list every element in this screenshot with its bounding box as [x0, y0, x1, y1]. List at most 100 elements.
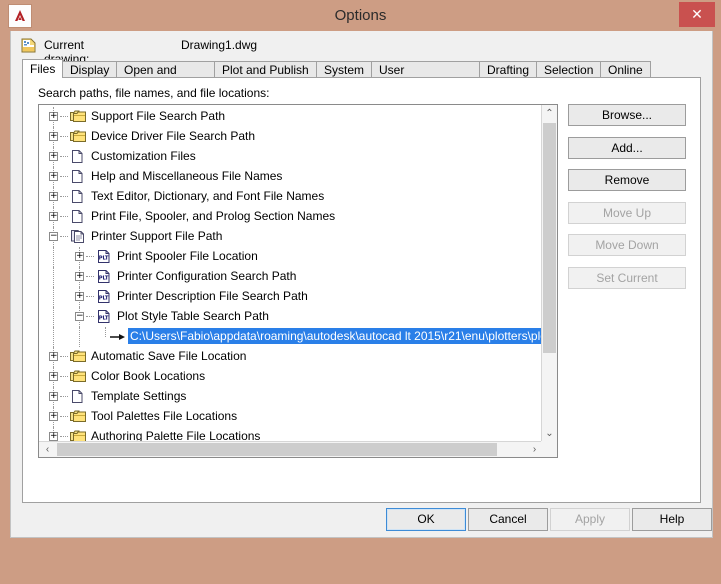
- file-icon: [70, 149, 87, 165]
- tree-connector: [60, 416, 68, 418]
- tree-row[interactable]: + Template Settings: [39, 387, 543, 407]
- set-current-button: Set Current: [568, 267, 686, 289]
- tree-connector: [60, 116, 68, 118]
- file-paths-tree[interactable]: + Support File Search Path + Device Driver …: [38, 104, 558, 458]
- tab-label: Selection: [544, 63, 594, 77]
- scroll-down-icon[interactable]: ⌄: [542, 425, 557, 442]
- tab-user-preferences[interactable]: User Preferences: [371, 61, 480, 94]
- tab-drafting[interactable]: Drafting: [479, 61, 537, 78]
- scroll-up-icon[interactable]: ⌃: [542, 105, 557, 122]
- help-button[interactable]: Help: [632, 508, 712, 531]
- folder-stack-icon: [70, 429, 87, 441]
- add-button[interactable]: Add...: [568, 137, 686, 159]
- tree-vertical-scrollbar[interactable]: ⌃ ⌄: [541, 105, 557, 442]
- tree-connector: [86, 296, 94, 298]
- scroll-left-icon[interactable]: ‹: [39, 442, 56, 457]
- tab-label: Files: [30, 62, 56, 76]
- tab-selection[interactable]: Selection: [536, 61, 601, 78]
- expand-icon[interactable]: +: [49, 392, 58, 401]
- tree-row[interactable]: + Authoring Palette File Locations: [39, 427, 543, 441]
- expand-icon[interactable]: +: [49, 352, 58, 361]
- expand-icon[interactable]: +: [49, 212, 58, 221]
- move-up-button: Move Up: [568, 202, 686, 224]
- svg-text:PLT: PLT: [99, 295, 109, 301]
- cancel-button[interactable]: Cancel: [468, 508, 548, 531]
- svg-text:PLT: PLT: [99, 275, 109, 281]
- folder-stack-icon: [70, 349, 87, 365]
- tree-item-label: Plot Style Table Search Path: [117, 309, 269, 323]
- tab-plot-and-publish[interactable]: Plot and Publish: [214, 61, 317, 78]
- tree-row[interactable]: + Tool Palettes File Locations: [39, 407, 543, 427]
- remove-button[interactable]: Remove: [568, 169, 686, 191]
- collapse-icon[interactable]: −: [75, 312, 84, 321]
- tree-row[interactable]: + Help and Miscellaneous File Names: [39, 167, 543, 187]
- tab-label: Drafting: [487, 63, 530, 77]
- tree-row[interactable]: + PLT Printer Description File Search Path: [39, 287, 543, 307]
- tree-item-label: C:\Users\Fabio\appdata\roaming\autodesk\…: [128, 328, 543, 344]
- expand-icon[interactable]: +: [49, 112, 58, 121]
- expand-icon[interactable]: +: [49, 132, 58, 141]
- svg-text:PLT: PLT: [99, 315, 109, 321]
- tree-item-label: Authoring Palette File Locations: [91, 429, 261, 441]
- file-icon: [70, 209, 87, 225]
- tree-item-label: Print Spooler File Location: [117, 249, 258, 263]
- tree-row[interactable]: + Support File Search Path: [39, 107, 543, 127]
- tree-guide-line: [53, 307, 55, 327]
- tab-label: System: [324, 63, 365, 77]
- tree-item-label: Customization Files: [91, 149, 196, 163]
- tree-connector: [60, 156, 68, 158]
- tree-row[interactable]: + PLT Print Spooler File Location: [39, 247, 543, 267]
- tab-files[interactable]: Files: [22, 59, 63, 78]
- tree-item-label: Help and Miscellaneous File Names: [91, 169, 283, 183]
- tab-display[interactable]: Display: [62, 61, 117, 78]
- tree-item-label: Color Book Locations: [91, 369, 206, 383]
- tree-connector: [86, 316, 94, 318]
- close-icon[interactable]: ✕: [679, 2, 715, 27]
- plt-file-icon: PLT: [96, 249, 113, 265]
- window-title: Options: [334, 7, 387, 24]
- tree-horizontal-scrollbar[interactable]: ‹ ›: [39, 441, 543, 457]
- tree-row[interactable]: + Text Editor, Dictionary, and Font File …: [39, 187, 543, 207]
- expand-icon[interactable]: +: [75, 252, 84, 261]
- folder-stack-icon: [70, 369, 87, 385]
- expand-icon[interactable]: +: [49, 172, 58, 181]
- vertical-scroll-thumb[interactable]: [543, 123, 556, 353]
- plt-file-icon: PLT: [96, 269, 113, 285]
- tree-guide-line: [53, 327, 55, 347]
- tree-row[interactable]: − Printer Support File Path: [39, 227, 543, 247]
- tree-row-selected[interactable]: C:\Users\Fabio\appdata\roaming\autodesk\…: [39, 327, 543, 347]
- title-bar: Options ✕: [0, 0, 721, 31]
- tree-item-label: Template Settings: [91, 389, 187, 403]
- file-icon: [70, 389, 87, 405]
- tree-connector: [86, 256, 94, 258]
- expand-icon[interactable]: +: [49, 412, 58, 421]
- svg-text:PLT: PLT: [99, 255, 109, 261]
- tab-open-and-save[interactable]: Open and Save: [116, 61, 215, 94]
- tree-row[interactable]: + Customization Files: [39, 147, 543, 167]
- horizontal-scroll-thumb[interactable]: [57, 443, 497, 456]
- tab-system[interactable]: System: [316, 61, 372, 78]
- ok-button[interactable]: OK: [386, 508, 466, 531]
- tree-row[interactable]: − PLT Plot Style Table Search Path: [39, 307, 543, 327]
- plt-file-icon: PLT: [96, 309, 113, 325]
- tree-item-label: Automatic Save File Location: [91, 349, 247, 363]
- options-window: Options ✕ Current drawing: Drawing1.dwg …: [0, 0, 721, 584]
- tree-item-label: Support File Search Path: [91, 109, 226, 123]
- tree-row[interactable]: + PLT Printer Configuration Search Path: [39, 267, 543, 287]
- expand-icon[interactable]: +: [75, 292, 84, 301]
- expand-icon[interactable]: +: [49, 152, 58, 161]
- plt-file-icon: PLT: [96, 289, 113, 305]
- tree-row[interactable]: + Automatic Save File Location: [39, 347, 543, 367]
- expand-icon[interactable]: +: [49, 372, 58, 381]
- tab-online[interactable]: Online: [600, 61, 651, 78]
- arrow-marker-icon: [109, 331, 126, 343]
- browse-button[interactable]: Browse...: [568, 104, 686, 126]
- expand-icon[interactable]: +: [49, 192, 58, 201]
- tree-row[interactable]: + Device Driver File Search Path: [39, 127, 543, 147]
- tree-row[interactable]: + Print File, Spooler, and Prolog Section…: [39, 207, 543, 227]
- tree-row[interactable]: + Color Book Locations: [39, 367, 543, 387]
- collapse-icon[interactable]: −: [49, 232, 58, 241]
- tree-guide-line: [53, 267, 55, 287]
- expand-icon[interactable]: +: [75, 272, 84, 281]
- expand-icon[interactable]: +: [49, 432, 58, 441]
